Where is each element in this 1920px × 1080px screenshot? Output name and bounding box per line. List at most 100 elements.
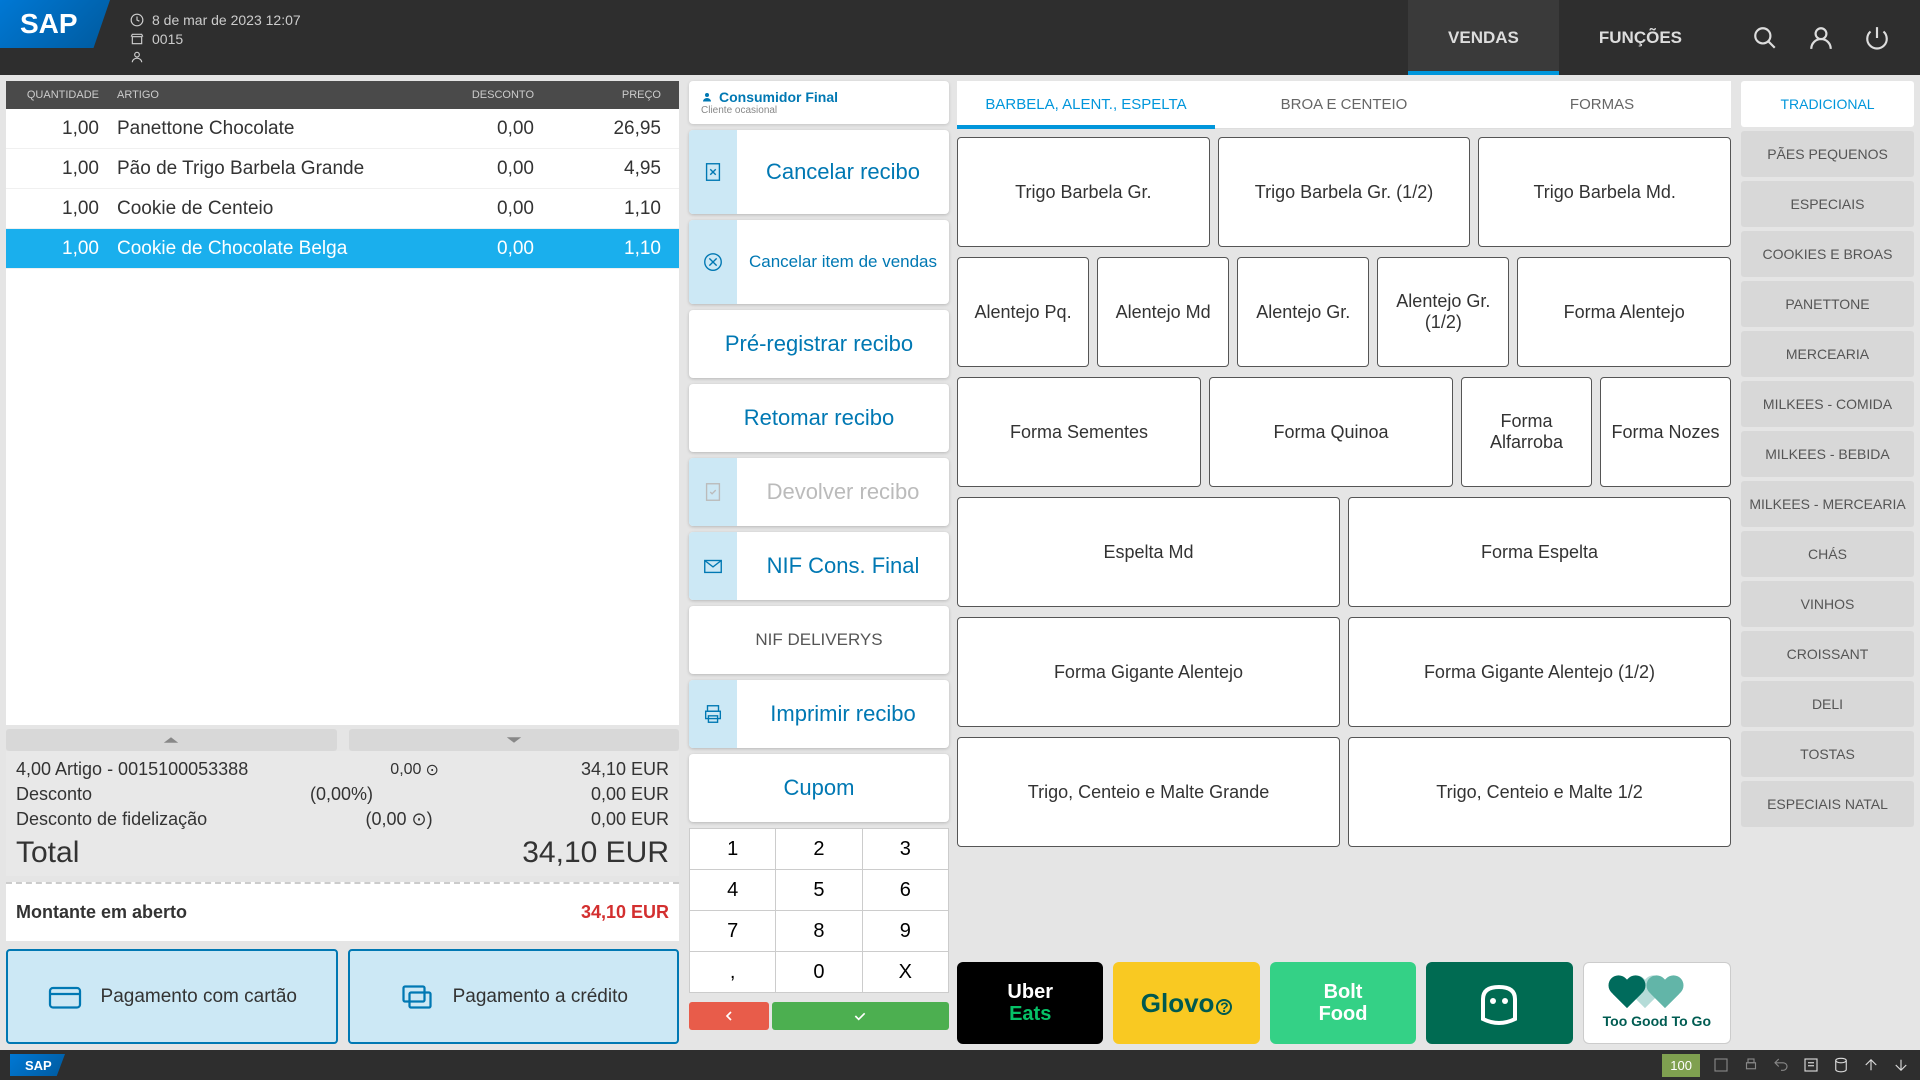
key-6[interactable]: 6 bbox=[863, 870, 948, 910]
cancel-item-button[interactable]: Cancelar item de vendas bbox=[689, 220, 949, 304]
product-tab[interactable]: FORMAS bbox=[1473, 81, 1731, 128]
category-button[interactable]: TOSTAS bbox=[1741, 731, 1914, 777]
category-button[interactable]: MERCEARIA bbox=[1741, 331, 1914, 377]
key-3[interactable]: 3 bbox=[863, 829, 948, 869]
discount-pct: (0,00%) bbox=[310, 784, 373, 805]
logo-wrap: SAP bbox=[0, 0, 120, 55]
product-tab[interactable]: BROA E CENTEIO bbox=[1215, 81, 1473, 128]
zoom-level[interactable]: 100 bbox=[1662, 1054, 1700, 1077]
customer-box[interactable]: Consumidor Final Cliente ocasional bbox=[689, 81, 949, 124]
return-button[interactable]: Devolver recibo bbox=[689, 458, 949, 526]
footer-up-icon[interactable] bbox=[1862, 1056, 1880, 1074]
product-tab[interactable]: BARBELA, ALENT., ESPELTA bbox=[957, 81, 1215, 128]
category-button[interactable]: ESPECIAIS bbox=[1741, 181, 1914, 227]
nif-delivery-button[interactable]: NIF DELIVERYS bbox=[689, 606, 949, 674]
bolt-text2: Food bbox=[1319, 1003, 1368, 1025]
product-tabs: BARBELA, ALENT., ESPELTABROA E CENTEIOFO… bbox=[957, 81, 1731, 129]
product-button[interactable]: Forma Gigante Alentejo (1/2) bbox=[1348, 617, 1731, 727]
product-button[interactable]: Forma Quinoa bbox=[1209, 377, 1453, 487]
category-button[interactable]: MILKEES - COMIDA bbox=[1741, 381, 1914, 427]
footer-db-icon[interactable] bbox=[1832, 1056, 1850, 1074]
key-5[interactable]: 5 bbox=[776, 870, 861, 910]
key-9[interactable]: 9 bbox=[863, 911, 948, 951]
category-button[interactable]: CHÁS bbox=[1741, 531, 1914, 577]
product-button[interactable]: Espelta Md bbox=[957, 497, 1340, 607]
mercadao-button[interactable] bbox=[1426, 962, 1572, 1044]
footer-icon-1[interactable] bbox=[1712, 1056, 1730, 1074]
preregister-button[interactable]: Pré-registrar recibo bbox=[689, 310, 949, 378]
nif-final-button[interactable]: NIF Cons. Final bbox=[689, 532, 949, 600]
backspace-key[interactable] bbox=[689, 1002, 769, 1030]
glovo-button[interactable]: Glovo? bbox=[1113, 962, 1259, 1044]
th-article: Artigo bbox=[111, 89, 431, 101]
tab-funcoes[interactable]: FUNÇÕES bbox=[1559, 0, 1722, 75]
open-amount: Montante em aberto 34,10 EUR bbox=[6, 882, 679, 941]
product-button[interactable]: Forma Nozes bbox=[1600, 377, 1731, 487]
open-amount-label: Montante em aberto bbox=[16, 902, 187, 923]
footer-undo-icon[interactable] bbox=[1772, 1056, 1790, 1074]
product-button[interactable]: Alentejo Pq. bbox=[957, 257, 1089, 367]
product-button[interactable]: Alentejo Md bbox=[1097, 257, 1229, 367]
search-icon[interactable] bbox=[1752, 25, 1778, 51]
key-0[interactable]: 0 bbox=[776, 952, 861, 992]
pay-credit-button[interactable]: Pagamento a crédito bbox=[348, 949, 680, 1044]
product-button[interactable]: Trigo Barbela Gr. bbox=[957, 137, 1210, 247]
receipt-row[interactable]: 1,00 Panettone Chocolate 0,00 26,95 bbox=[6, 109, 679, 149]
key-1[interactable]: 1 bbox=[690, 829, 775, 869]
product-button[interactable]: Alentejo Gr. bbox=[1237, 257, 1369, 367]
category-button[interactable]: COOKIES E BROAS bbox=[1741, 231, 1914, 277]
category-button[interactable]: DELI bbox=[1741, 681, 1914, 727]
category-button[interactable]: MILKEES - MERCEARIA bbox=[1741, 481, 1914, 527]
category-button[interactable]: VINHOS bbox=[1741, 581, 1914, 627]
cancel-receipt-button[interactable]: Cancelar recibo bbox=[689, 130, 949, 214]
footer-list-icon[interactable] bbox=[1802, 1056, 1820, 1074]
key-8[interactable]: 8 bbox=[776, 911, 861, 951]
product-button[interactable]: Forma Alfarroba bbox=[1461, 377, 1592, 487]
product-button[interactable]: Alentejo Gr. (1/2) bbox=[1377, 257, 1509, 367]
product-button[interactable]: Forma Alentejo bbox=[1517, 257, 1731, 367]
product-button[interactable]: Trigo Barbela Md. bbox=[1478, 137, 1731, 247]
category-button[interactable]: PANETTONE bbox=[1741, 281, 1914, 327]
sap-logo: SAP bbox=[0, 0, 110, 48]
th-discount: Desconto bbox=[431, 89, 546, 101]
power-icon[interactable] bbox=[1864, 25, 1890, 51]
product-button[interactable]: Forma Gigante Alentejo bbox=[957, 617, 1340, 727]
footer-print-icon[interactable] bbox=[1742, 1056, 1760, 1074]
key-4[interactable]: 4 bbox=[690, 870, 775, 910]
category-button[interactable]: TRADICIONAL bbox=[1741, 81, 1914, 127]
category-button[interactable]: MILKEES - BEBIDA bbox=[1741, 431, 1914, 477]
receipt-row[interactable]: 1,00 Cookie de Chocolate Belga 0,00 1,10 bbox=[6, 229, 679, 269]
enter-key[interactable] bbox=[772, 1002, 949, 1030]
key-7[interactable]: 7 bbox=[690, 911, 775, 951]
return-icon bbox=[702, 481, 724, 503]
product-button[interactable]: Trigo, Centeio e Malte Grande bbox=[957, 737, 1340, 847]
category-button[interactable]: ESPECIAIS NATAL bbox=[1741, 781, 1914, 827]
scroll-up-button[interactable] bbox=[6, 729, 337, 751]
uber-eats-button[interactable]: UberEats bbox=[957, 962, 1103, 1044]
receipt-row[interactable]: 1,00 Pão de Trigo Barbela Grande 0,00 4,… bbox=[6, 149, 679, 189]
product-button[interactable]: Forma Espelta bbox=[1348, 497, 1731, 607]
receipt-row[interactable]: 1,00 Cookie de Centeio 0,00 1,10 bbox=[6, 189, 679, 229]
key-,[interactable]: , bbox=[690, 952, 775, 992]
discount-label: Desconto bbox=[16, 784, 92, 805]
category-button[interactable]: PÃES PEQUENOS bbox=[1741, 131, 1914, 177]
uber-text1: Uber bbox=[1007, 981, 1053, 1003]
coupon-button[interactable]: Cupom bbox=[689, 754, 949, 822]
category-button[interactable]: CROISSANT bbox=[1741, 631, 1914, 677]
categories-panel: TRADICIONALPÃES PEQUENOSESPECIAISCOOKIES… bbox=[1735, 75, 1920, 1050]
tab-vendas[interactable]: VENDAS bbox=[1408, 0, 1559, 75]
key-X[interactable]: X bbox=[863, 952, 948, 992]
bolt-food-button[interactable]: BoltFood bbox=[1270, 962, 1416, 1044]
toogoodtogo-button[interactable]: Too Good To Go bbox=[1583, 962, 1731, 1044]
profile-icon[interactable] bbox=[1808, 25, 1834, 51]
key-2[interactable]: 2 bbox=[776, 829, 861, 869]
product-button[interactable]: Trigo Barbela Gr. (1/2) bbox=[1218, 137, 1471, 247]
print-button[interactable]: Imprimir recibo bbox=[689, 680, 949, 748]
pay-card-button[interactable]: Pagamento com cartão bbox=[6, 949, 338, 1044]
resume-button[interactable]: Retomar recibo bbox=[689, 384, 949, 452]
scroll-down-button[interactable] bbox=[349, 729, 680, 751]
product-button[interactable]: Trigo, Centeio e Malte 1/2 bbox=[1348, 737, 1731, 847]
footer-down-icon[interactable] bbox=[1892, 1056, 1910, 1074]
product-button[interactable]: Forma Sementes bbox=[957, 377, 1201, 487]
row-qty: 1,00 bbox=[6, 238, 111, 260]
